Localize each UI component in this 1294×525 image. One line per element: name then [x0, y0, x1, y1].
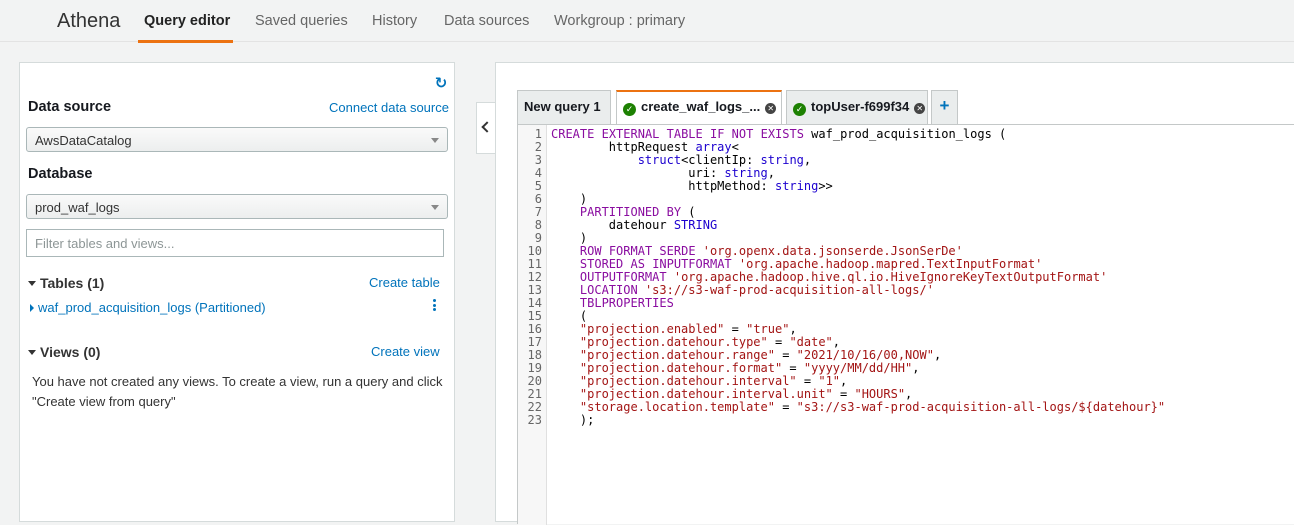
top-nav: Athena Query editor Saved queries Histor… [0, 0, 1294, 43]
collapse-panel-button[interactable] [476, 102, 496, 154]
active-tab-underline [138, 40, 233, 43]
chevron-left-icon [481, 121, 493, 133]
table-item[interactable]: waf_prod_acquisition_logs (Partitioned) [30, 300, 266, 315]
code-line: ); [551, 413, 595, 427]
nav-saved-queries[interactable]: Saved queries [255, 13, 348, 29]
tab-label: topUser-f699f34 [811, 99, 910, 114]
kebab-icon[interactable] [431, 299, 437, 313]
code-line: datehour STRING [551, 218, 718, 232]
code-line: TBLPROPERTIES [579, 296, 674, 310]
caret-down-icon [431, 138, 439, 143]
code-line: "storage.location.template" = "s3://s3-w… [579, 400, 1166, 414]
nav-data-sources[interactable]: Data sources [444, 13, 529, 29]
views-header-label: Views (0) [40, 344, 101, 360]
database-select[interactable]: prod_waf_logs [26, 194, 448, 219]
tab-create-waf-logs[interactable]: ✓ create_waf_logs_... ✕ [616, 90, 782, 125]
close-circle-icon[interactable]: ✕ [765, 103, 777, 114]
caret-down-icon [431, 205, 439, 210]
data-source-select[interactable]: AwsDataCatalog [26, 127, 448, 152]
tab-label: create_waf_logs_... [641, 99, 761, 114]
line-number: 23 [527, 413, 542, 427]
check-circle-icon: ✓ [793, 103, 806, 116]
brand-title: Athena [57, 10, 121, 32]
editor-panel: New query 1 ✓ create_waf_logs_... ✕ ✓ topUs… [495, 62, 1294, 525]
add-tab-button[interactable]: + [931, 90, 958, 124]
nav-query-editor[interactable]: Query editor [144, 13, 230, 29]
sql-editor[interactable]: 1 2 3 4 5 6 7 8 9 10 11 12 13 14 15 16 17 18 19 20 21 22 23 CR… [517, 124, 1294, 525]
filter-input[interactable]: Filter tables and views... [26, 229, 444, 257]
collapse-triangle-icon [28, 281, 36, 286]
collapse-triangle-icon [28, 350, 36, 355]
close-circle-icon[interactable]: ✕ [914, 103, 926, 114]
expand-triangle-icon [30, 304, 34, 312]
nav-workgroup[interactable]: Workgroup : primary [554, 13, 685, 29]
check-circle-icon: ✓ [623, 103, 636, 116]
database-value: prod_waf_logs [35, 200, 120, 215]
left-panel: ↻ Data source Connect data source AwsDat… [19, 62, 455, 522]
nav-history[interactable]: History [372, 13, 417, 29]
refresh-icon[interactable]: ↻ [433, 76, 449, 92]
tables-header-label: Tables (1) [40, 275, 105, 291]
tab-label: New query 1 [524, 99, 601, 114]
views-header[interactable]: Views (0) [28, 344, 100, 360]
code-area[interactable]: CREATE EXTERNAL TABLE IF NOT EXISTS waf_… [551, 128, 1165, 427]
data-source-label: Data source [28, 99, 112, 115]
tab-new-query-1[interactable]: New query 1 [517, 90, 611, 124]
connect-data-source-link[interactable]: Connect data source [329, 100, 449, 115]
create-table-link[interactable]: Create table [369, 275, 440, 290]
table-item-label: waf_prod_acquisition_logs (Partitioned) [38, 300, 266, 315]
tab-topuser[interactable]: ✓ topUser-f699f34 ✕ [786, 90, 928, 124]
data-source-value: AwsDataCatalog [35, 133, 132, 148]
views-empty-message: You have not created any views. To creat… [32, 374, 443, 409]
database-label: Database [28, 166, 93, 182]
line-number-gutter: 1 2 3 4 5 6 7 8 9 10 11 12 13 14 15 16 17 18 19 20 21 22 23 [518, 125, 547, 525]
code-line: httpMethod: string>> [551, 179, 833, 193]
create-view-link[interactable]: Create view [371, 344, 440, 359]
tables-header[interactable]: Tables (1) [28, 275, 104, 291]
